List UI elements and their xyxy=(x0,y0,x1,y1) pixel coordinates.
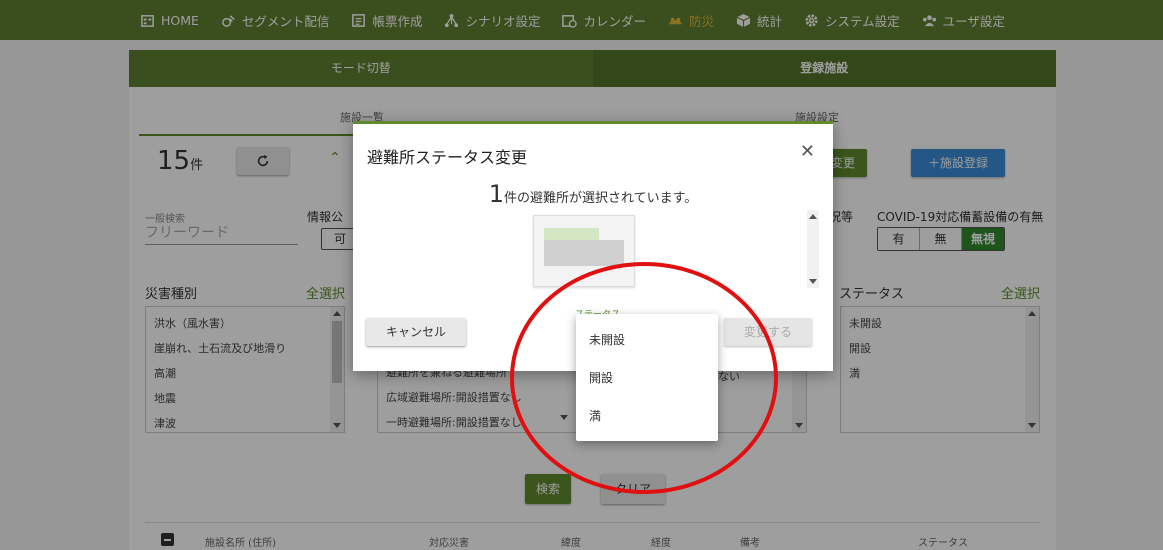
cancel-button[interactable]: キャンセル xyxy=(366,318,466,346)
selection-info: 1件の避難所が選択されています。 xyxy=(353,180,833,208)
selected-count: 1 xyxy=(488,180,504,208)
dialog-scrollbar[interactable] xyxy=(807,210,819,288)
status-option-not-open[interactable]: 未開設 xyxy=(576,321,718,359)
selected-count-text: 件の避難所が選択されています。 xyxy=(503,191,698,206)
selected-shelter-thumbnail xyxy=(533,215,635,287)
status-dropdown-menu: 未開設 開設 満 xyxy=(576,314,718,441)
confirm-change-button[interactable]: 変更する xyxy=(724,318,812,346)
dialog-title: 避難所ステータス変更 xyxy=(367,148,528,167)
close-icon[interactable]: ✕ xyxy=(800,143,815,161)
status-option-open[interactable]: 開設 xyxy=(576,359,718,397)
status-option-full[interactable]: 満 xyxy=(576,397,718,435)
scroll-down-icon[interactable] xyxy=(809,279,817,284)
scroll-up-icon[interactable] xyxy=(809,214,817,219)
